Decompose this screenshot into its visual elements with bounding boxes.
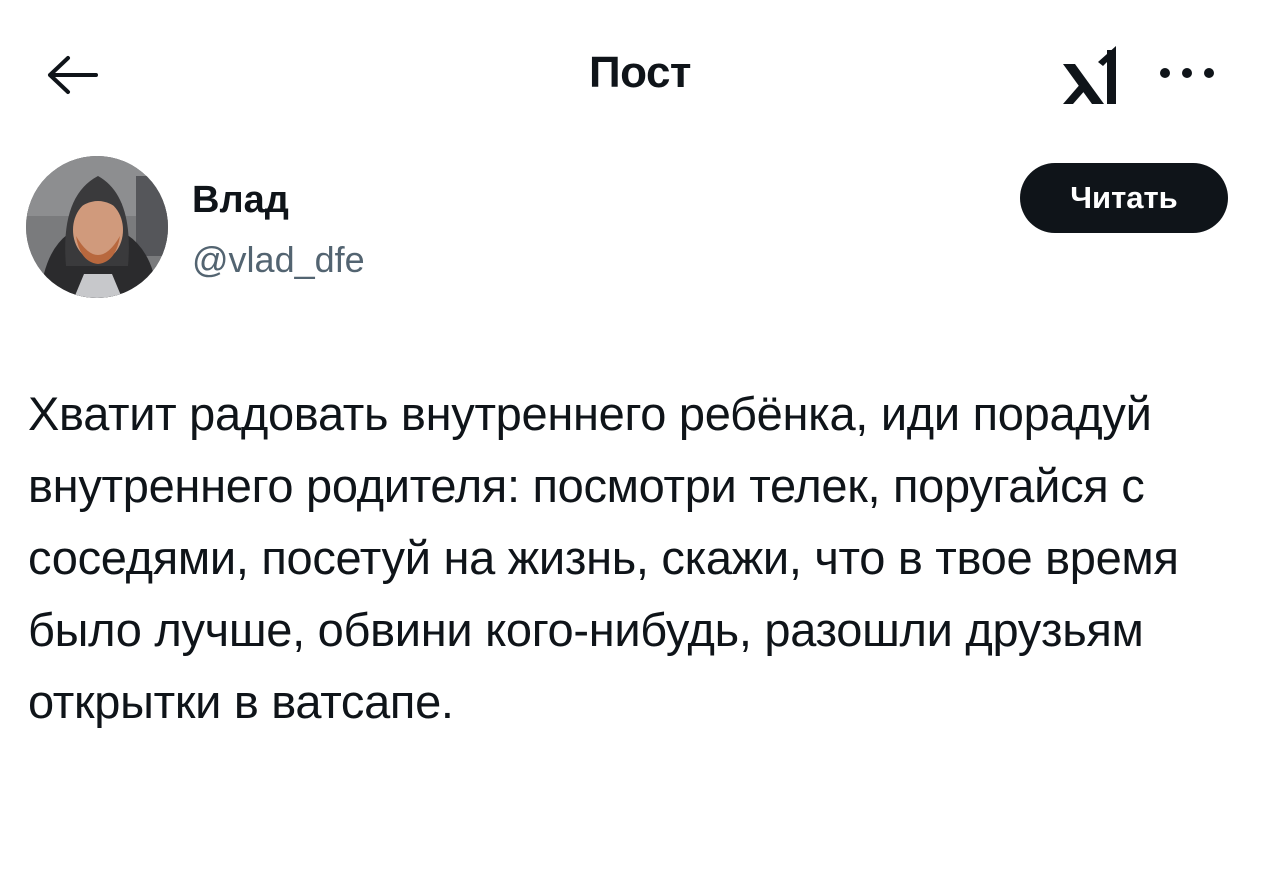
top-bar: Пост <box>0 0 1280 150</box>
more-options-button[interactable] <box>1148 50 1226 96</box>
x-logo-button[interactable] <box>1054 42 1126 110</box>
author-handle[interactable]: @vlad_dfe <box>192 238 365 282</box>
user-avatar-icon <box>26 156 168 298</box>
x-logo-icon <box>1063 46 1116 104</box>
arrow-left-icon <box>48 56 98 94</box>
author-name[interactable]: Влад <box>192 178 289 222</box>
post-text: Хватит радовать внутреннего ребёнка, иди… <box>28 387 1179 728</box>
more-horizontal-icon <box>1160 68 1214 78</box>
author-avatar[interactable] <box>26 156 168 298</box>
back-button[interactable] <box>40 50 104 100</box>
follow-button[interactable]: Читать <box>1020 163 1228 233</box>
